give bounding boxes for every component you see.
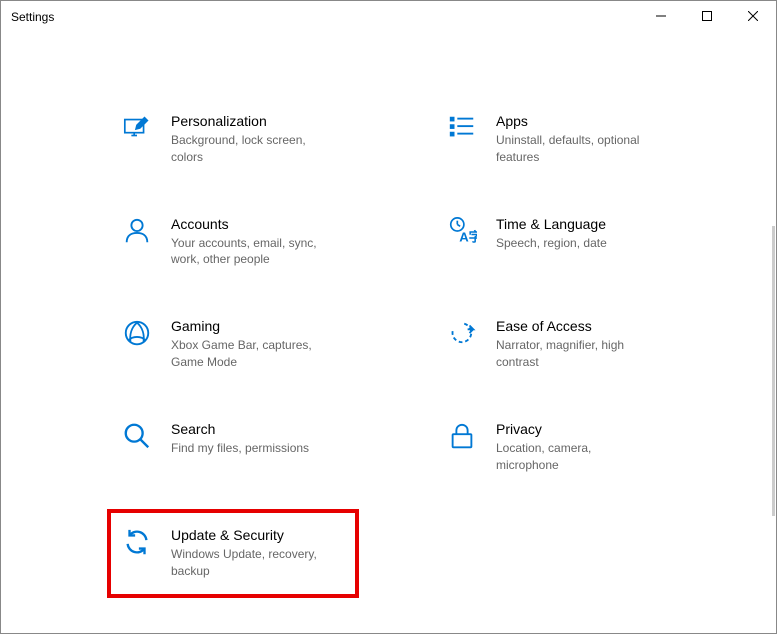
category-desc: Your accounts, email, sync, work, other …: [171, 235, 331, 269]
search-icon: [121, 421, 153, 453]
update-security-icon: [121, 527, 153, 559]
category-title: Apps: [496, 113, 656, 129]
category-title: Ease of Access: [496, 318, 656, 334]
category-title: Privacy: [496, 421, 656, 437]
category-gaming[interactable]: Gaming Xbox Game Bar, captures, Game Mod…: [121, 318, 331, 371]
window-title: Settings: [11, 10, 54, 24]
category-desc: Location, camera, microphone: [496, 440, 656, 474]
personalization-icon: [121, 113, 153, 145]
apps-icon: [446, 113, 478, 145]
accounts-icon: [121, 216, 153, 248]
category-ease-of-access[interactable]: Ease of Access Narrator, magnifier, high…: [446, 318, 656, 371]
category-desc: Xbox Game Bar, captures, Game Mode: [171, 337, 331, 371]
category-privacy[interactable]: Privacy Location, camera, microphone: [446, 421, 656, 474]
privacy-icon: [446, 421, 478, 453]
category-title: Search: [171, 421, 309, 437]
category-title: Personalization: [171, 113, 331, 129]
minimize-button[interactable]: [638, 1, 684, 31]
category-update-security[interactable]: Update & Security Windows Update, recove…: [107, 509, 359, 598]
ease-of-access-icon: [446, 318, 478, 350]
category-desc: Narrator, magnifier, high contrast: [496, 337, 656, 371]
maximize-button[interactable]: [684, 1, 730, 31]
category-desc: Uninstall, defaults, optional features: [496, 132, 656, 166]
gaming-icon: [121, 318, 153, 350]
time-language-icon: A字: [446, 216, 478, 248]
category-desc: Windows Update, recovery, backup: [171, 546, 341, 580]
category-accounts[interactable]: Accounts Your accounts, email, sync, wor…: [121, 216, 331, 269]
category-time-language[interactable]: A字 Time & Language Speech, region, date: [446, 216, 656, 269]
settings-categories: Personalization Background, lock screen,…: [1, 33, 776, 618]
category-apps[interactable]: Apps Uninstall, defaults, optional featu…: [446, 113, 656, 166]
category-title: Accounts: [171, 216, 331, 232]
category-search[interactable]: Search Find my files, permissions: [121, 421, 331, 474]
category-title: Gaming: [171, 318, 331, 334]
category-title: Update & Security: [171, 527, 341, 543]
scrollbar[interactable]: [772, 226, 775, 516]
window-controls: [638, 1, 776, 31]
svg-text:A字: A字: [459, 228, 477, 244]
category-personalization[interactable]: Personalization Background, lock screen,…: [121, 113, 331, 166]
category-desc: Find my files, permissions: [171, 440, 309, 457]
category-desc: Speech, region, date: [496, 235, 607, 252]
category-title: Time & Language: [496, 216, 607, 232]
category-desc: Background, lock screen, colors: [171, 132, 331, 166]
close-button[interactable]: [730, 1, 776, 31]
